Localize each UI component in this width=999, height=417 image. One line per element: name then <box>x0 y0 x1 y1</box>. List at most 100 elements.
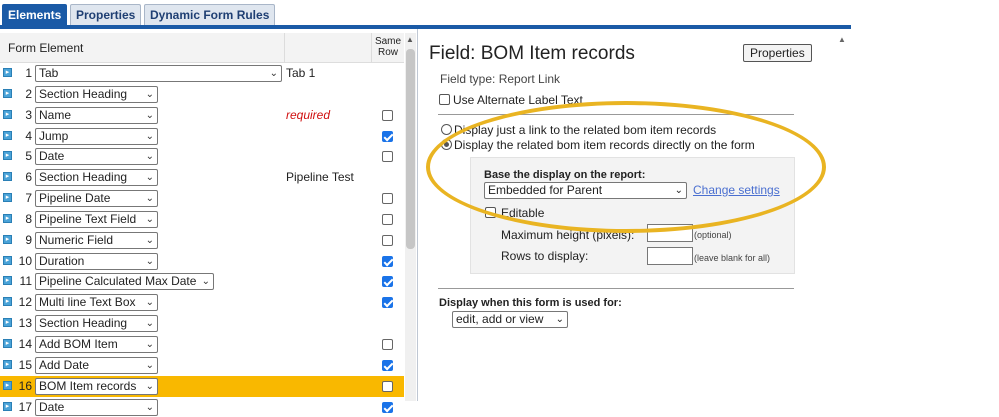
element-row[interactable]: ▸5Date⌄ <box>0 146 404 167</box>
element-type-select[interactable]: Name ⌄ <box>35 107 158 124</box>
expand-icon[interactable]: ▸ <box>3 131 12 140</box>
element-row[interactable]: ▸12Multi line Text Box⌄ <box>0 292 404 313</box>
chevron-down-icon: ⌄ <box>146 337 154 352</box>
element-type-select[interactable]: Jump⌄ <box>35 128 158 145</box>
element-row-number: 10 <box>14 254 32 268</box>
element-type-value: Section Heading <box>39 87 127 101</box>
same-row-checkbox[interactable] <box>382 402 393 413</box>
element-type-select[interactable]: Section Heading⌄ <box>35 169 158 186</box>
base-report-select[interactable]: Embedded for Parent ⌄ <box>484 182 687 199</box>
expand-icon[interactable]: ▸ <box>3 214 12 223</box>
element-row[interactable]: ▸10Duration⌄ <box>0 251 404 272</box>
element-row[interactable]: ▸1Tab⌄ Tab 1 <box>0 63 404 84</box>
element-type-select[interactable]: Add Date⌄ <box>35 357 158 374</box>
same-row-checkbox[interactable] <box>382 110 393 121</box>
element-type-value: Jump <box>39 129 68 143</box>
editable-label: Editable <box>501 206 544 220</box>
element-type-select[interactable]: Pipeline Text Field⌄ <box>35 211 158 228</box>
column-divider <box>284 33 285 63</box>
same-row-checkbox[interactable] <box>382 297 393 308</box>
element-row-number: 13 <box>14 316 32 330</box>
same-row-checkbox[interactable] <box>382 360 393 371</box>
element-row[interactable]: ▸7Pipeline Date⌄ <box>0 188 404 209</box>
element-type-select[interactable]: Tab⌄ <box>35 65 282 82</box>
same-row-checkbox[interactable] <box>382 214 393 225</box>
scroll-up-icon[interactable]: ▲ <box>838 35 846 44</box>
chevron-down-icon: ⌄ <box>146 233 154 248</box>
chevron-down-icon: ⌄ <box>146 108 154 123</box>
same-row-checkbox[interactable] <box>382 276 393 287</box>
same-row-checkbox[interactable] <box>382 151 393 162</box>
element-type-select[interactable]: Duration⌄ <box>35 253 158 270</box>
element-row[interactable]: ▸6Section Heading⌄Pipeline Test <box>0 167 404 188</box>
display-link-radio[interactable] <box>441 124 452 135</box>
expand-icon[interactable]: ▸ <box>3 297 12 306</box>
expand-icon[interactable]: ▸ <box>3 172 12 181</box>
element-type-select[interactable]: Multi line Text Box⌄ <box>35 294 158 311</box>
element-row[interactable]: ▸13Section Heading⌄ <box>0 313 404 334</box>
element-row[interactable]: ▸2Section Heading⌄ <box>0 84 404 105</box>
same-row-checkbox[interactable] <box>382 381 393 392</box>
element-row[interactable]: ▸17Date⌄ <box>0 397 404 417</box>
expand-icon[interactable]: ▸ <box>3 402 12 411</box>
expand-icon[interactable]: ▸ <box>3 235 12 244</box>
tab-properties[interactable]: Properties <box>70 4 141 26</box>
element-row-number: 1 <box>14 66 32 80</box>
expand-icon[interactable]: ▸ <box>3 151 12 160</box>
change-settings-link[interactable]: Change settings <box>693 183 780 197</box>
same-row-checkbox[interactable] <box>382 339 393 350</box>
display-direct-radio[interactable] <box>441 139 452 150</box>
elements-scrollbar[interactable]: ▲ <box>405 33 416 401</box>
element-row[interactable]: ▸14Add BOM Item⌄ <box>0 334 404 355</box>
scroll-up-icon[interactable]: ▲ <box>406 35 414 44</box>
same-row-checkbox[interactable] <box>382 235 393 246</box>
element-type-select[interactable]: Section Heading⌄ <box>35 315 158 332</box>
expand-icon[interactable]: ▸ <box>3 276 12 285</box>
element-row[interactable]: ▸11Pipeline Calculated Max Date⌄ <box>0 271 404 292</box>
element-type-select[interactable]: Add BOM Item⌄ <box>35 336 158 353</box>
element-row[interactable]: ▸3Name⌄required <box>0 105 404 126</box>
element-type-select[interactable]: Section Heading⌄ <box>35 86 158 103</box>
scrollbar-thumb[interactable] <box>406 49 415 249</box>
expand-icon[interactable]: ▸ <box>3 381 12 390</box>
expand-icon[interactable]: ▸ <box>3 360 12 369</box>
expand-icon[interactable]: ▸ <box>3 193 12 202</box>
element-row-number: 16 <box>14 379 32 393</box>
properties-button[interactable]: Properties <box>743 44 812 62</box>
element-row[interactable]: ▸9Numeric Field⌄ <box>0 230 404 251</box>
element-row[interactable]: ▸8Pipeline Text Field⌄ <box>0 209 404 230</box>
element-label: Tab 1 <box>286 66 315 80</box>
expand-icon[interactable]: ▸ <box>3 110 12 119</box>
expand-icon[interactable]: ▸ <box>3 318 12 327</box>
same-row-checkbox[interactable] <box>382 256 393 267</box>
expand-icon[interactable]: ▸ <box>3 339 12 348</box>
element-type-select[interactable]: Pipeline Calculated Max Date⌄ <box>35 273 214 290</box>
element-type-select[interactable]: Numeric Field⌄ <box>35 232 158 249</box>
element-type-select[interactable]: Pipeline Date⌄ <box>35 190 158 207</box>
same-row-checkbox[interactable] <box>382 193 393 204</box>
tab-dynamic-form-rules[interactable]: Dynamic Form Rules <box>144 4 275 26</box>
rows-display-label: Rows to display: <box>501 249 588 263</box>
element-type-value: Name <box>39 108 71 122</box>
expand-icon[interactable]: ▸ <box>3 89 12 98</box>
chevron-down-icon: ⌄ <box>146 358 154 373</box>
same-row-checkbox[interactable] <box>382 131 393 142</box>
element-type-value: Date <box>39 149 64 163</box>
editable-checkbox[interactable] <box>485 207 496 218</box>
rows-display-input[interactable] <box>647 247 693 265</box>
element-row[interactable]: ▸16BOM Item records⌄ <box>0 376 404 397</box>
element-row[interactable]: ▸4Jump⌄ <box>0 126 404 147</box>
expand-icon[interactable]: ▸ <box>3 68 12 77</box>
chevron-down-icon: ⌄ <box>146 295 154 310</box>
element-row[interactable]: ▸15Add Date⌄ <box>0 355 404 376</box>
expand-icon[interactable]: ▸ <box>3 256 12 265</box>
right-panel-scrollbar[interactable]: ▲ <box>834 32 851 401</box>
element-type-select[interactable]: Date⌄ <box>35 148 158 165</box>
display-when-select[interactable]: edit, add or view ⌄ <box>452 311 568 328</box>
max-height-input[interactable] <box>647 224 693 242</box>
element-type-select[interactable]: Date⌄ <box>35 399 158 416</box>
element-type-select[interactable]: BOM Item records⌄ <box>35 378 158 395</box>
chevron-down-icon: ⌄ <box>146 191 154 206</box>
use-alt-label-checkbox[interactable] <box>439 94 450 105</box>
tab-elements[interactable]: Elements <box>2 4 67 26</box>
